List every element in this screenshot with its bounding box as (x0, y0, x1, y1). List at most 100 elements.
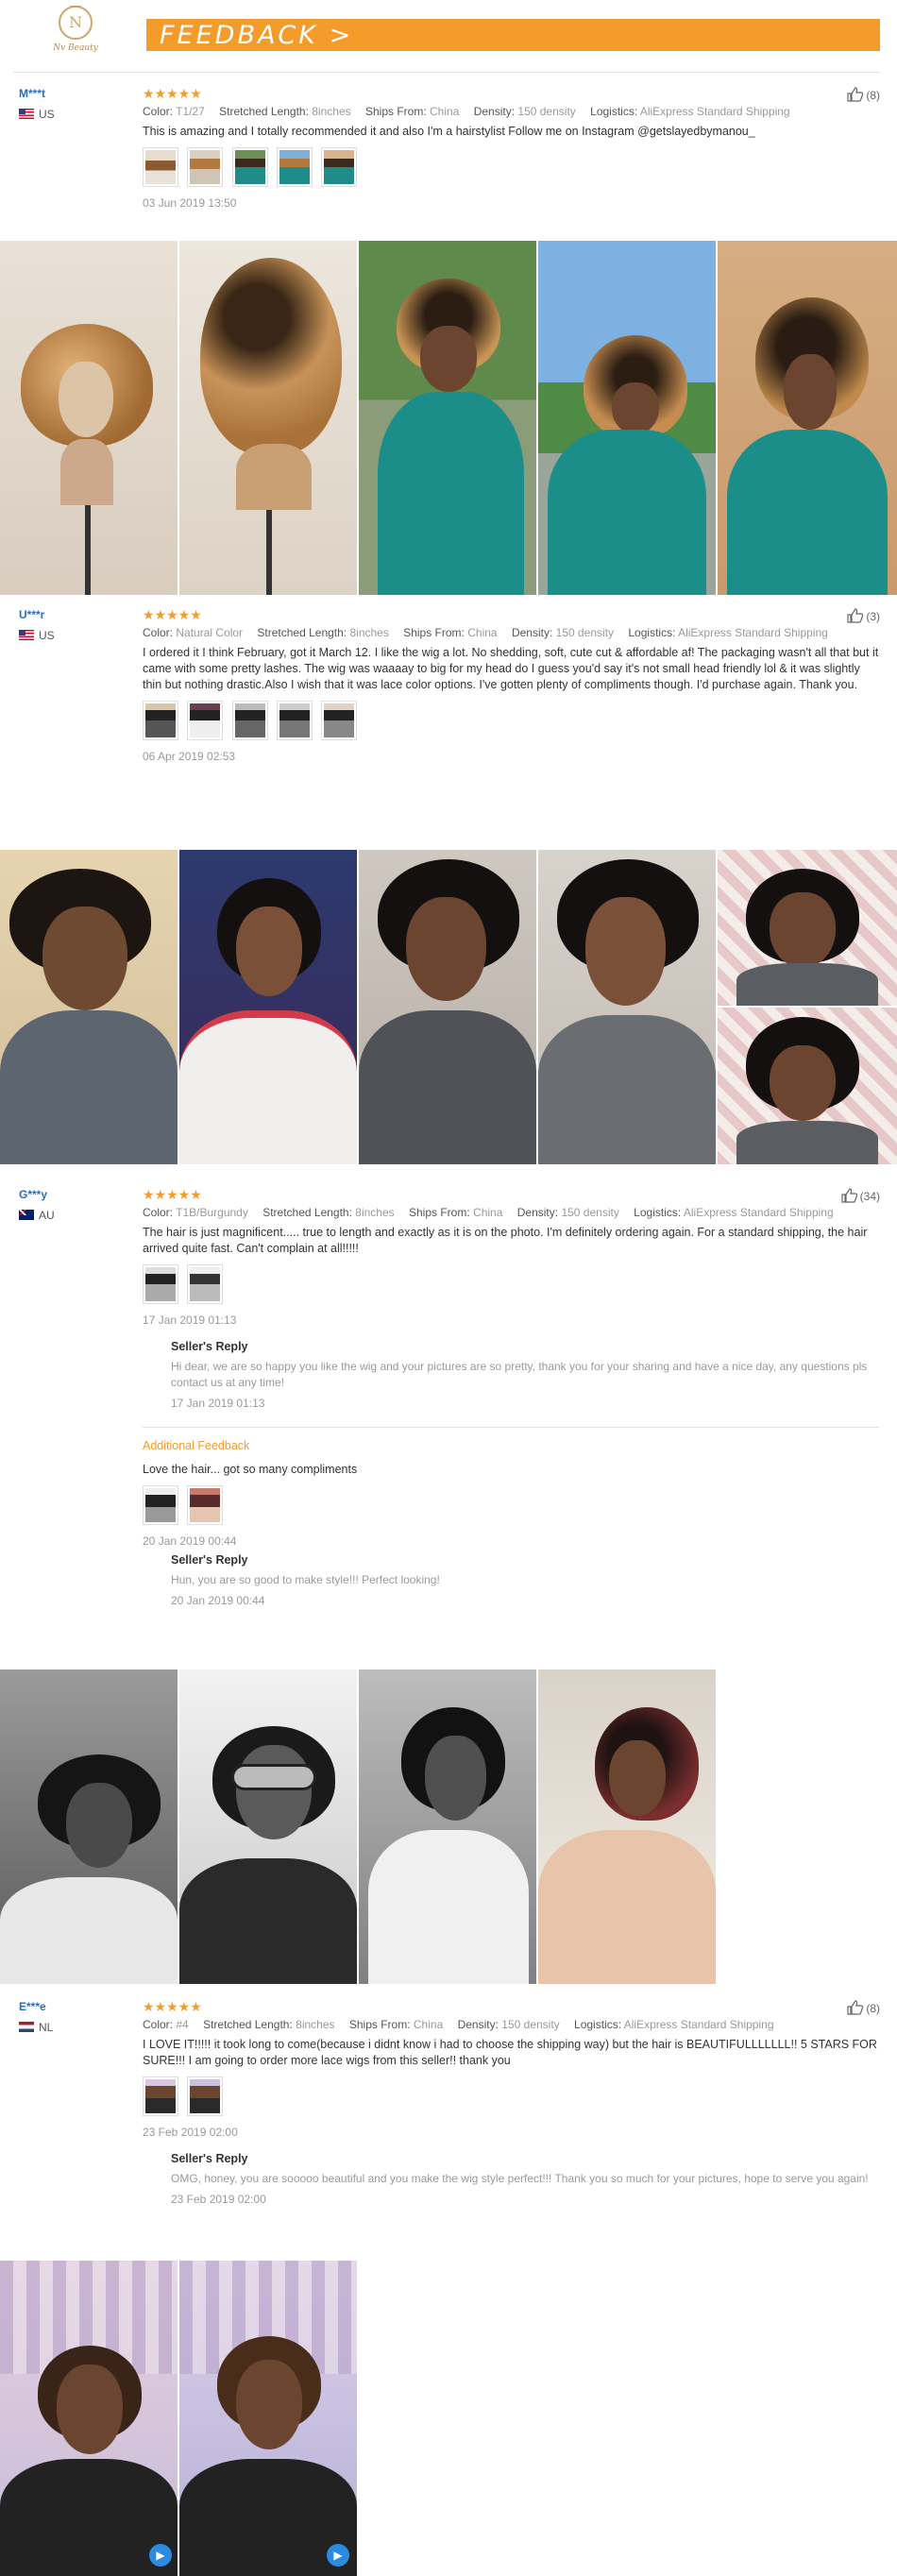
review-photo[interactable] (359, 241, 536, 595)
review-photo-gallery (0, 1669, 897, 1984)
review-photo[interactable]: ▶ (179, 2261, 357, 2576)
photo-thumbnail[interactable] (187, 1264, 224, 1304)
review-thumbnails (143, 1485, 879, 1527)
helpful-button[interactable]: (34) (841, 1188, 880, 1203)
seller-reply: Seller's Reply OMG, honey, you are soooo… (171, 2152, 879, 2206)
review-photo[interactable] (359, 1669, 536, 1984)
review-photo[interactable] (538, 241, 716, 595)
photo-thumbnail[interactable] (187, 701, 224, 740)
photo-thumbnail[interactable] (277, 701, 313, 740)
seller-reply-date: 17 Jan 2019 01:13 (171, 1397, 265, 1410)
review-text: This is amazing and I totally recommende… (143, 125, 755, 138)
additional-feedback: Additional Feedback Love the hair... got… (143, 1427, 879, 1607)
logo-text: Nv Beauty (53, 43, 98, 53)
play-icon[interactable]: ▶ (327, 2544, 349, 2567)
seller-reply-title: Seller's Reply (171, 2152, 248, 2165)
photo-thumbnail[interactable] (321, 701, 358, 740)
photo-thumbnail[interactable] (143, 1264, 178, 1304)
review-date: 03 Jun 2019 13:50 (143, 196, 237, 210)
photo-thumbnail[interactable] (231, 147, 268, 187)
thumbs-up-icon (847, 87, 864, 102)
au-flag-icon (19, 1210, 34, 1220)
photo-thumbnail[interactable] (187, 1485, 224, 1525)
seller-reply-date: 20 Jan 2019 00:44 (171, 1594, 265, 1607)
reviewer-name[interactable]: G***y (19, 1188, 47, 1201)
helpful-button[interactable]: (3) (847, 608, 880, 623)
additional-feedback-text: Love the hair... got so many compliments (143, 1463, 358, 1476)
product-attributes: Color: T1B/Burgundy Stretched Length: 8i… (143, 1206, 834, 1219)
photo-thumbnail[interactable] (187, 147, 224, 187)
review-thumbnails (143, 2076, 879, 2118)
logo-monogram: N (69, 13, 82, 31)
star-rating: ★★★★★ (143, 86, 202, 101)
reviewer-name[interactable]: M***t (19, 87, 45, 100)
review-photo[interactable] (0, 850, 178, 1164)
review-text: I LOVE IT!!!!! it took long to come(beca… (143, 2038, 877, 2067)
reviewer-name[interactable]: E***e (19, 2000, 46, 2013)
photo-thumbnail[interactable] (187, 2076, 224, 2116)
review-photo[interactable] (0, 1669, 178, 1984)
thumbs-up-icon (847, 608, 864, 623)
review-photo[interactable] (718, 1008, 897, 1164)
reviewer-country: AU (19, 1209, 55, 1222)
thumbs-up-icon (847, 2000, 864, 2015)
star-rating: ★★★★★ (143, 1187, 202, 1202)
reviewer-name[interactable]: U***r (19, 608, 44, 621)
photo-thumbnail[interactable] (321, 147, 358, 187)
review-photo[interactable] (538, 1669, 716, 1984)
review-photo[interactable] (179, 241, 357, 595)
additional-feedback-date: 20 Jan 2019 00:44 (143, 1534, 237, 1548)
review-photo[interactable] (0, 241, 178, 595)
star-rating: ★★★★★ (143, 1999, 202, 2014)
product-attributes: Color: Natural Color Stretched Length: 8… (143, 626, 828, 639)
review-text: The hair is just magnificent..... true t… (143, 1226, 868, 1255)
additional-feedback-title: Additional Feedback (143, 1439, 250, 1452)
divider (13, 72, 880, 73)
reviewer-country: NL (19, 2021, 53, 2034)
review-photo-gallery: ▶ ▶ (0, 2261, 897, 2576)
product-attributes: Color: #4 Stretched Length: 8inches Ship… (143, 2018, 774, 2031)
brand-logo[interactable]: N Nv Beauty (45, 2, 106, 59)
reviewer-country: US (19, 629, 55, 642)
seller-reply-text: Hun, you are so good to make style!!! Pe… (171, 1573, 440, 1586)
reviewer-country: US (19, 108, 55, 121)
review-thumbnails (143, 1264, 879, 1306)
seller-reply-title: Seller's Reply (171, 1340, 248, 1353)
thumbs-up-icon (841, 1188, 858, 1203)
review-photo[interactable] (538, 850, 716, 1164)
photo-thumbnail[interactable] (143, 1485, 178, 1525)
photo-thumbnail[interactable] (143, 701, 178, 740)
review-text: I ordered it I think February, got it Ma… (143, 646, 879, 691)
photo-thumbnail[interactable] (277, 147, 313, 187)
review-photo[interactable] (718, 850, 897, 1006)
review-date: 23 Feb 2019 02:00 (143, 2126, 238, 2139)
helpful-button[interactable]: (8) (847, 2000, 880, 2015)
review-thumbnails (143, 701, 879, 742)
nl-flag-icon (19, 2022, 34, 2032)
review-photo[interactable]: ▶ (0, 2261, 178, 2576)
section-title: FEEDBACK > (160, 21, 354, 50)
star-rating: ★★★★★ (143, 607, 202, 622)
review-date: 06 Apr 2019 02:53 (143, 750, 236, 763)
seller-reply-text: Hi dear, we are so happy you like the wi… (171, 1360, 868, 1389)
seller-reply-title: Seller's Reply (171, 1553, 248, 1567)
page-header: N Nv Beauty FEEDBACK > (0, 0, 897, 76)
review-photo-gallery (0, 850, 897, 1164)
seller-reply-text: OMG, honey, you are sooooo beautiful and… (171, 2172, 869, 2185)
photo-thumbnail[interactable] (231, 701, 268, 740)
helpful-button[interactable]: (8) (847, 87, 880, 102)
review-photo-gallery (0, 241, 897, 595)
feedback-banner: FEEDBACK > (146, 19, 880, 51)
review-thumbnails (143, 147, 879, 189)
photo-thumbnail[interactable] (143, 147, 178, 187)
review-photo[interactable] (718, 241, 897, 595)
product-attributes: Color: T1/27 Stretched Length: 8inches S… (143, 105, 790, 118)
review-photo[interactable] (359, 850, 536, 1164)
seller-reply: Seller's Reply Hi dear, we are so happy … (171, 1340, 879, 1410)
seller-reply: Seller's Reply Hun, you are so good to m… (171, 1553, 879, 1607)
seller-reply-date: 23 Feb 2019 02:00 (171, 2193, 266, 2206)
play-icon[interactable]: ▶ (149, 2544, 172, 2567)
review-photo[interactable] (179, 1669, 357, 1984)
review-photo[interactable] (179, 850, 357, 1164)
photo-thumbnail[interactable] (143, 2076, 178, 2116)
